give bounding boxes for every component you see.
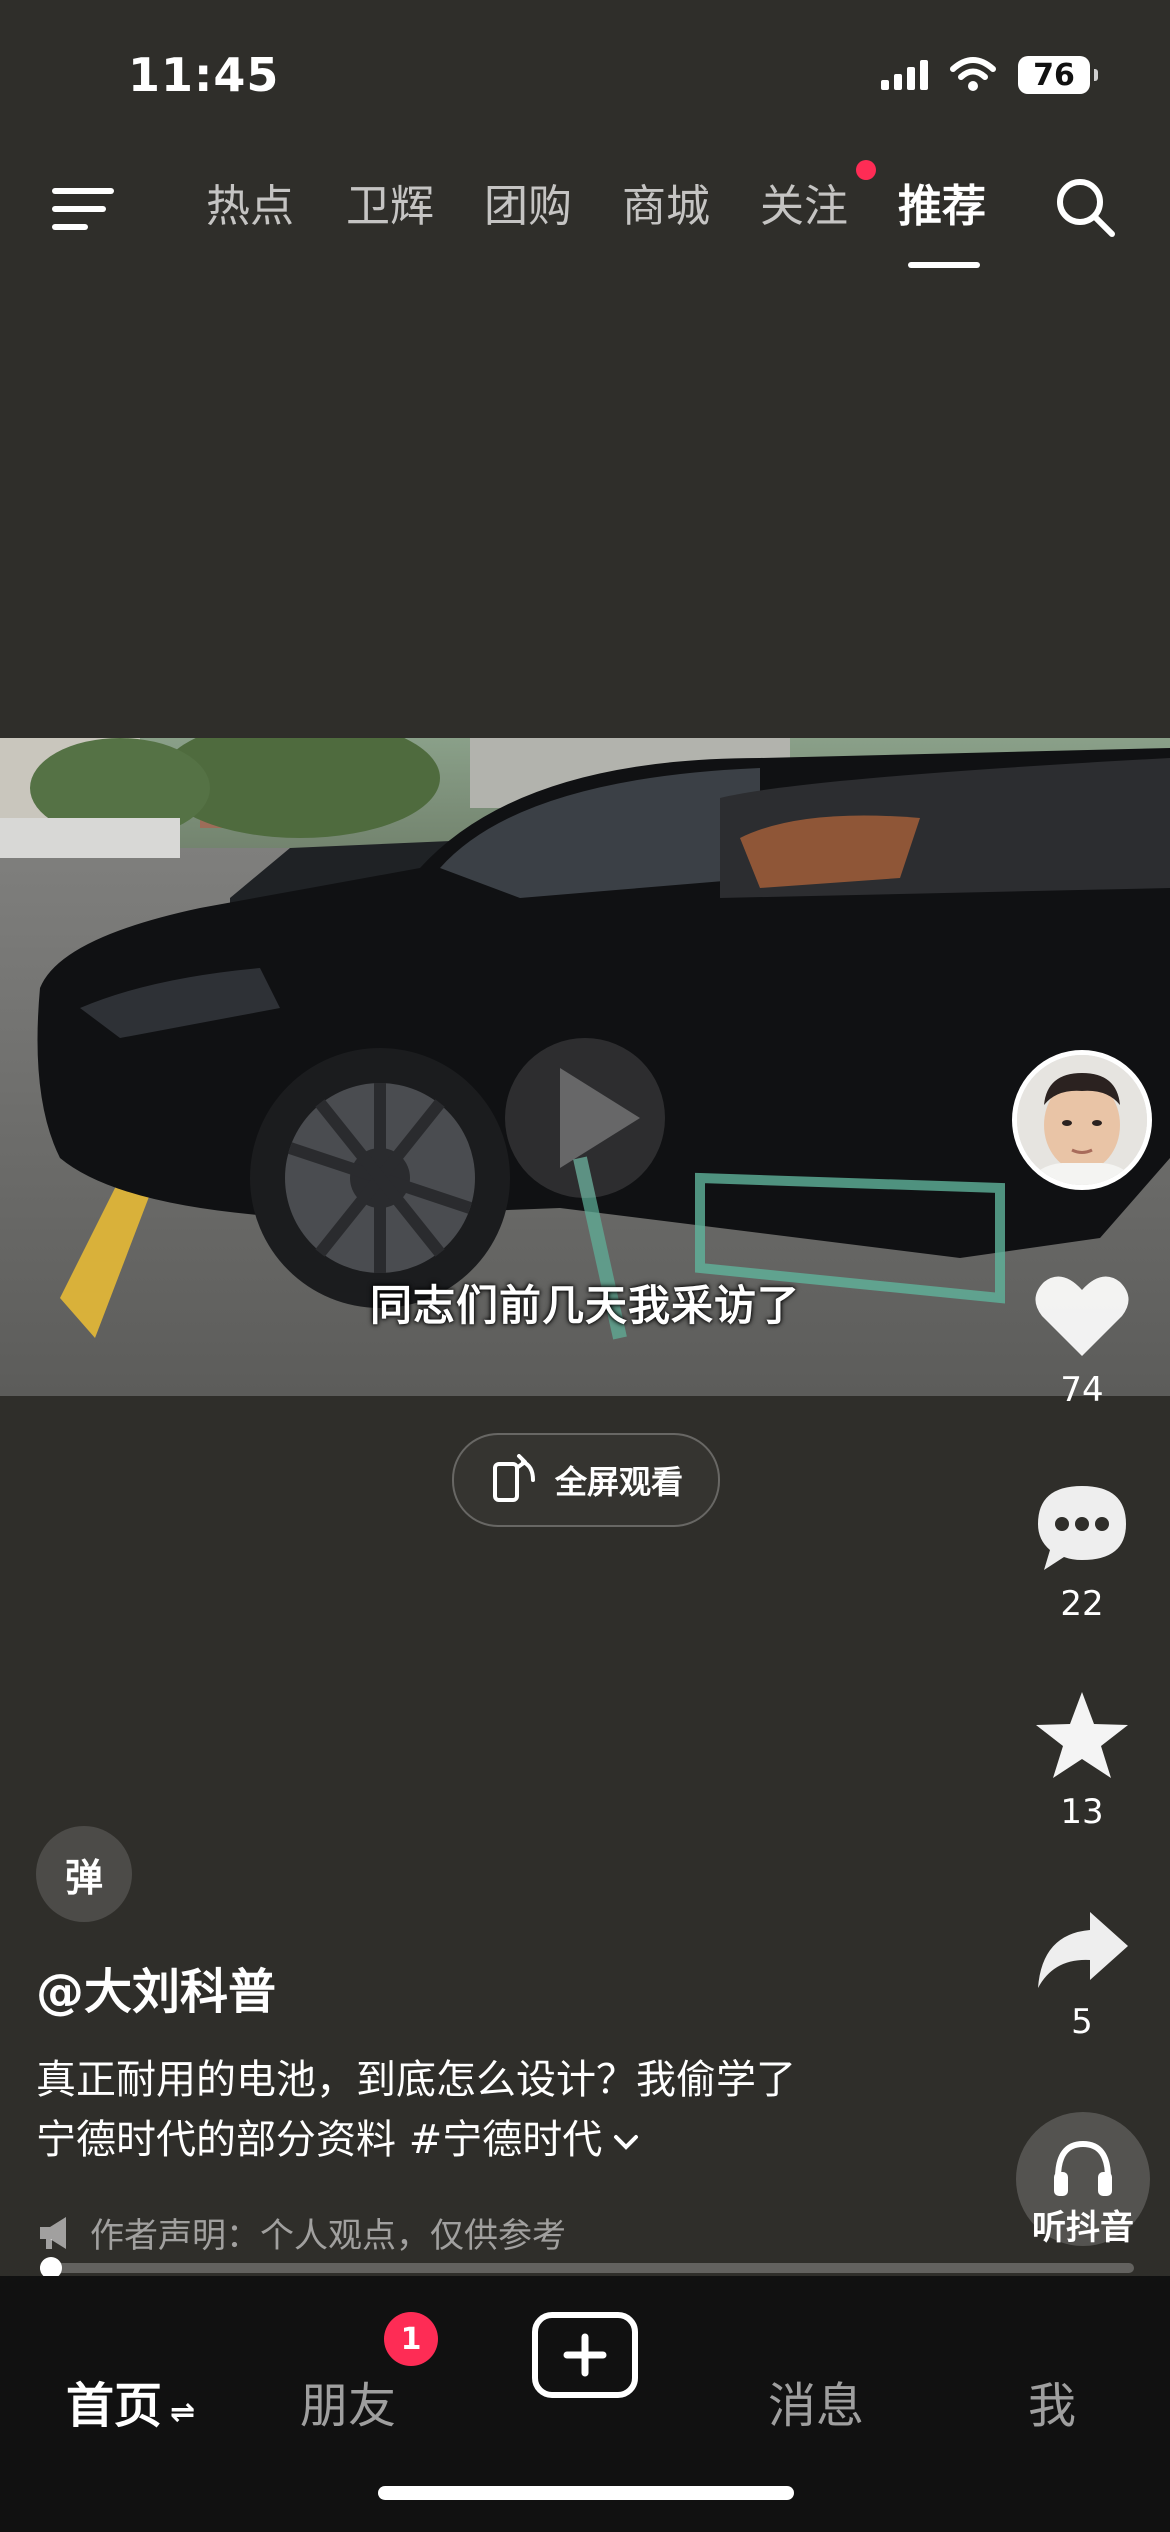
rotate-screen-icon [492,1454,535,1502]
status-icons: 76 [881,56,1098,94]
menu-icon[interactable] [52,184,114,234]
avatar-image [1017,1055,1147,1185]
danmu-toggle-button[interactable]: 弹 [36,1826,132,1922]
tab-friends[interactable]: 朋友 [300,2366,396,2436]
tab-local[interactable]: 卫辉 [346,170,434,234]
favorite-count: 13 [1060,1792,1104,1832]
author-avatar[interactable] [1012,1050,1152,1190]
description-line-2-text: 宁德时代的部分资料 #宁德时代 [36,2117,603,2163]
status-time: 11:45 [128,48,280,102]
like-count: 74 [1060,1370,1104,1410]
author-name[interactable]: @大刘科普 [36,1952,276,2022]
tab-home[interactable]: 首页 ⇌ [66,2366,195,2436]
top-nav: 热点 卫辉 团购 商城 关注 推荐 [0,160,1170,270]
plus-icon [563,2333,607,2377]
active-tab-indicator [908,262,980,268]
tab-me[interactable]: 我 [1028,2366,1076,2436]
disclaimer-text: 作者声明：个人观点，仅供参考 [90,2216,566,2256]
description-line-1: 真正耐用的电池，到底怎么设计？我偷学了 [36,2057,796,2103]
friends-badge: 1 [384,2312,438,2366]
like-action[interactable]: 74 [1022,1270,1142,1410]
tab-recommend[interactable]: 推荐 [898,170,986,234]
share-arrow-icon [1038,1912,1128,1988]
tab-group-buy[interactable]: 团购 [484,170,572,234]
cellular-signal-icon [881,60,928,90]
home-indicator [378,2486,794,2500]
expand-chevron-icon[interactable] [612,2110,640,2170]
tab-hot[interactable]: 热点 [206,170,294,234]
video-progress-bar[interactable] [40,2257,1134,2279]
video-subtitle: 同志们前几天我采访了 [369,1281,800,1330]
listen-label: 听抖音 [1032,2208,1134,2248]
comment-icon [1038,1486,1126,1570]
tab-mall[interactable]: 商城 [622,170,710,234]
battery-indicator: 76 [1018,56,1098,94]
video-description[interactable]: 真正耐用的电池，到底怎么设计？我偷学了 宁德时代的部分资料 #宁德时代 [36,2050,916,2170]
headphones-icon [1054,2140,1112,2196]
fullscreen-label: 全屏观看 [554,1463,683,1501]
following-notification-dot [856,160,876,180]
create-post-button[interactable] [532,2312,638,2398]
tab-following[interactable]: 关注 [760,170,848,234]
author-disclaimer: 作者声明：个人观点，仅供参考 [36,2208,566,2257]
comment-action[interactable]: 22 [1022,1480,1142,1624]
fullscreen-button[interactable]: 全屏观看 [452,1433,720,1527]
tab-messages[interactable]: 消息 [768,2366,864,2436]
favorite-action[interactable]: 13 [1022,1688,1142,1832]
heart-icon [1035,1276,1129,1356]
comment-count: 22 [1060,1584,1104,1624]
share-action[interactable]: 5 [1022,1908,1142,2042]
tab-home-label: 首页 [66,2378,163,2434]
screen: 11:45 76 热点 卫辉 团购 商城 关注 推荐 同志们前几天我采访了 全屏… [0,0,1170,2532]
megaphone-icon [40,2216,66,2249]
share-count: 5 [1071,2002,1093,2042]
refresh-swap-icon: ⇌ [170,2395,196,2430]
wifi-icon [950,57,996,91]
star-icon [1036,1692,1128,1778]
search-icon[interactable] [1054,176,1118,240]
description-line-2: 宁德时代的部分资料 #宁德时代 [36,2110,916,2170]
